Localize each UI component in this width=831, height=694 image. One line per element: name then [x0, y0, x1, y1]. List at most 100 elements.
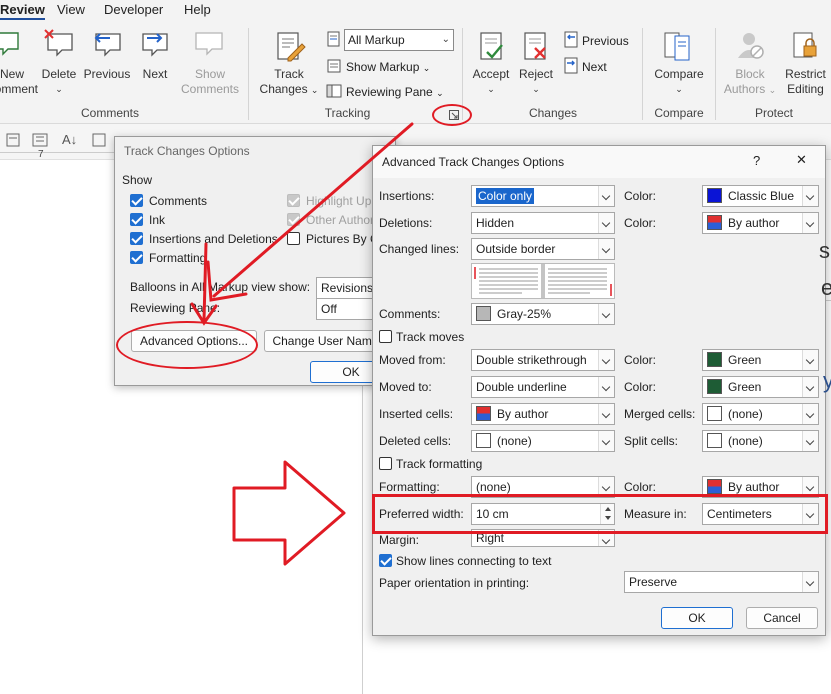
insertions-label: Insertions:: [379, 189, 435, 203]
next-change-button[interactable]: Next: [582, 59, 607, 75]
next-comment-icon[interactable]: [139, 28, 173, 63]
deletions-select[interactable]: Hidden: [471, 212, 615, 234]
highlight-updates-label: Highlight Up: [306, 194, 372, 208]
restrict-editing-button[interactable]: Restrict Editing: [780, 67, 831, 97]
color-swatch: [476, 305, 491, 321]
show-lines-label: Show lines connecting to text: [396, 554, 552, 568]
chevron-down-icon: [598, 377, 614, 397]
color-swatch: [476, 432, 491, 448]
track-moves-checkbox[interactable]: [379, 330, 392, 343]
formatting-value: (none): [476, 480, 511, 494]
paper-orientation-select[interactable]: Preserve: [624, 571, 819, 593]
moved-to-value: Double underline: [476, 380, 567, 394]
ink-checkbox[interactable]: [130, 213, 143, 226]
moved-from-select[interactable]: Double strikethrough: [471, 349, 615, 371]
insertions-color-select[interactable]: Classic Blue: [702, 185, 819, 207]
new-comment-label-2: Comment: [0, 82, 39, 96]
moved-to-color-label: Color:: [624, 380, 657, 394]
delete-label: Delete: [41, 67, 77, 81]
cancel-button[interactable]: Cancel: [746, 607, 818, 629]
reject-button[interactable]: Reject ⌄: [513, 67, 559, 97]
ink-label: Ink: [149, 213, 166, 227]
previous-change-button[interactable]: Previous: [582, 33, 629, 49]
ruler: 7: [0, 149, 120, 160]
chevron-down-icon: [598, 304, 614, 324]
comments-checkbox[interactable]: [130, 194, 143, 207]
markup-select[interactable]: All Markup ⌄: [344, 29, 454, 51]
merged-cells-select[interactable]: (none): [702, 403, 819, 425]
show-comments-icon: [193, 30, 225, 63]
moved-to-color-select[interactable]: Green: [702, 376, 819, 398]
previous-comment-button[interactable]: Previous: [83, 67, 131, 82]
color-swatch: [707, 214, 722, 230]
restrict-editing-icon[interactable]: [790, 30, 820, 65]
accept-icon[interactable]: [477, 30, 507, 67]
tab-view[interactable]: View: [57, 2, 85, 17]
markup-value: All Markup: [348, 33, 405, 47]
changed-lines-select[interactable]: Outside border: [471, 238, 615, 260]
accept-label: Accept: [472, 67, 510, 81]
reject-icon[interactable]: [521, 30, 551, 67]
block-authors-icon: [736, 30, 766, 65]
deletions-color-label: Color:: [624, 216, 657, 230]
deleted-cells-value: (none): [497, 434, 532, 448]
new-comment-button[interactable]: New Comment: [0, 67, 39, 97]
show-markup-label: Show Markup: [346, 60, 420, 74]
changed-lines-value: Outside border: [476, 242, 556, 256]
chevron-down-icon: [802, 213, 818, 233]
insertions-select[interactable]: Color only: [471, 185, 615, 207]
deletions-label: Deletions:: [379, 216, 433, 230]
annotation-oval-advanced: [116, 321, 258, 369]
show-markup-button[interactable]: Show Markup ⌄: [346, 59, 430, 76]
formatting-checkbox[interactable]: [130, 251, 143, 264]
deletions-color-select[interactable]: By author: [702, 212, 819, 234]
close-icon[interactable]: ✕: [796, 152, 807, 168]
toolbar-icon[interactable]: [92, 133, 106, 150]
annotation-box-preferred-width: [372, 494, 828, 534]
split-cells-label: Split cells:: [624, 434, 679, 448]
reviewing-pane-button[interactable]: Reviewing Pane ⌄: [346, 84, 444, 101]
chevron-down-icon: [598, 404, 614, 424]
delete-comment-button[interactable]: Delete ⌄: [38, 67, 80, 97]
advanced-track-changes-dialog: Advanced Track Changes Options ? ✕ Inser…: [372, 145, 826, 636]
next-comment-button[interactable]: Next: [137, 67, 173, 82]
toolbar-icon[interactable]: [6, 133, 20, 150]
pictures-by-comments-checkbox[interactable]: [287, 232, 300, 245]
color-swatch: [707, 378, 722, 394]
track-changes-icon[interactable]: [274, 30, 306, 67]
sort-icon[interactable]: A↓: [62, 132, 77, 147]
moved-from-color-select[interactable]: Green: [702, 349, 819, 371]
restrict-label-2: Editing: [787, 82, 824, 96]
color-swatch: [707, 405, 722, 421]
help-icon[interactable]: ?: [753, 153, 760, 168]
accept-button[interactable]: Accept ⌄: [466, 67, 516, 97]
split-cells-select[interactable]: (none): [702, 430, 819, 452]
track-changes-button[interactable]: Track Changes ⌄: [256, 67, 322, 98]
annotation-oval-launcher: [432, 104, 472, 126]
new-comment-icon[interactable]: [0, 30, 22, 61]
formatting-label: Formatting: [149, 251, 207, 265]
track-formatting-checkbox[interactable]: [379, 457, 392, 470]
tab-review[interactable]: Review: [0, 2, 45, 20]
toolbar-icon[interactable]: [32, 133, 48, 150]
comments-label: Comments: [149, 194, 208, 208]
inserted-cells-select[interactable]: By author: [471, 403, 615, 425]
compare-icon[interactable]: [662, 30, 696, 65]
moved-from-value: Double strikethrough: [476, 353, 587, 367]
moved-to-select[interactable]: Double underline: [471, 376, 615, 398]
insertions-deletions-checkbox[interactable]: [130, 232, 143, 245]
previous-comment-icon[interactable]: [90, 28, 124, 63]
reviewing-pane-label: Reviewing Pane: [346, 85, 433, 99]
compare-button[interactable]: Compare ⌄: [650, 67, 708, 97]
tab-help[interactable]: Help: [184, 2, 211, 17]
deleted-cells-select[interactable]: (none): [471, 430, 615, 452]
show-lines-checkbox[interactable]: [379, 554, 392, 567]
comments-color-select[interactable]: Gray-25%: [471, 303, 615, 325]
reviewing-pane-label: Reviewing Pane:: [130, 301, 221, 315]
chevron-down-icon: [802, 350, 818, 370]
block-label-2: Authors: [723, 82, 766, 96]
ok-button[interactable]: OK: [661, 607, 733, 629]
delete-comment-icon[interactable]: [42, 28, 76, 63]
display-for-review-icon: [326, 31, 342, 50]
tab-developer[interactable]: Developer: [104, 2, 163, 17]
